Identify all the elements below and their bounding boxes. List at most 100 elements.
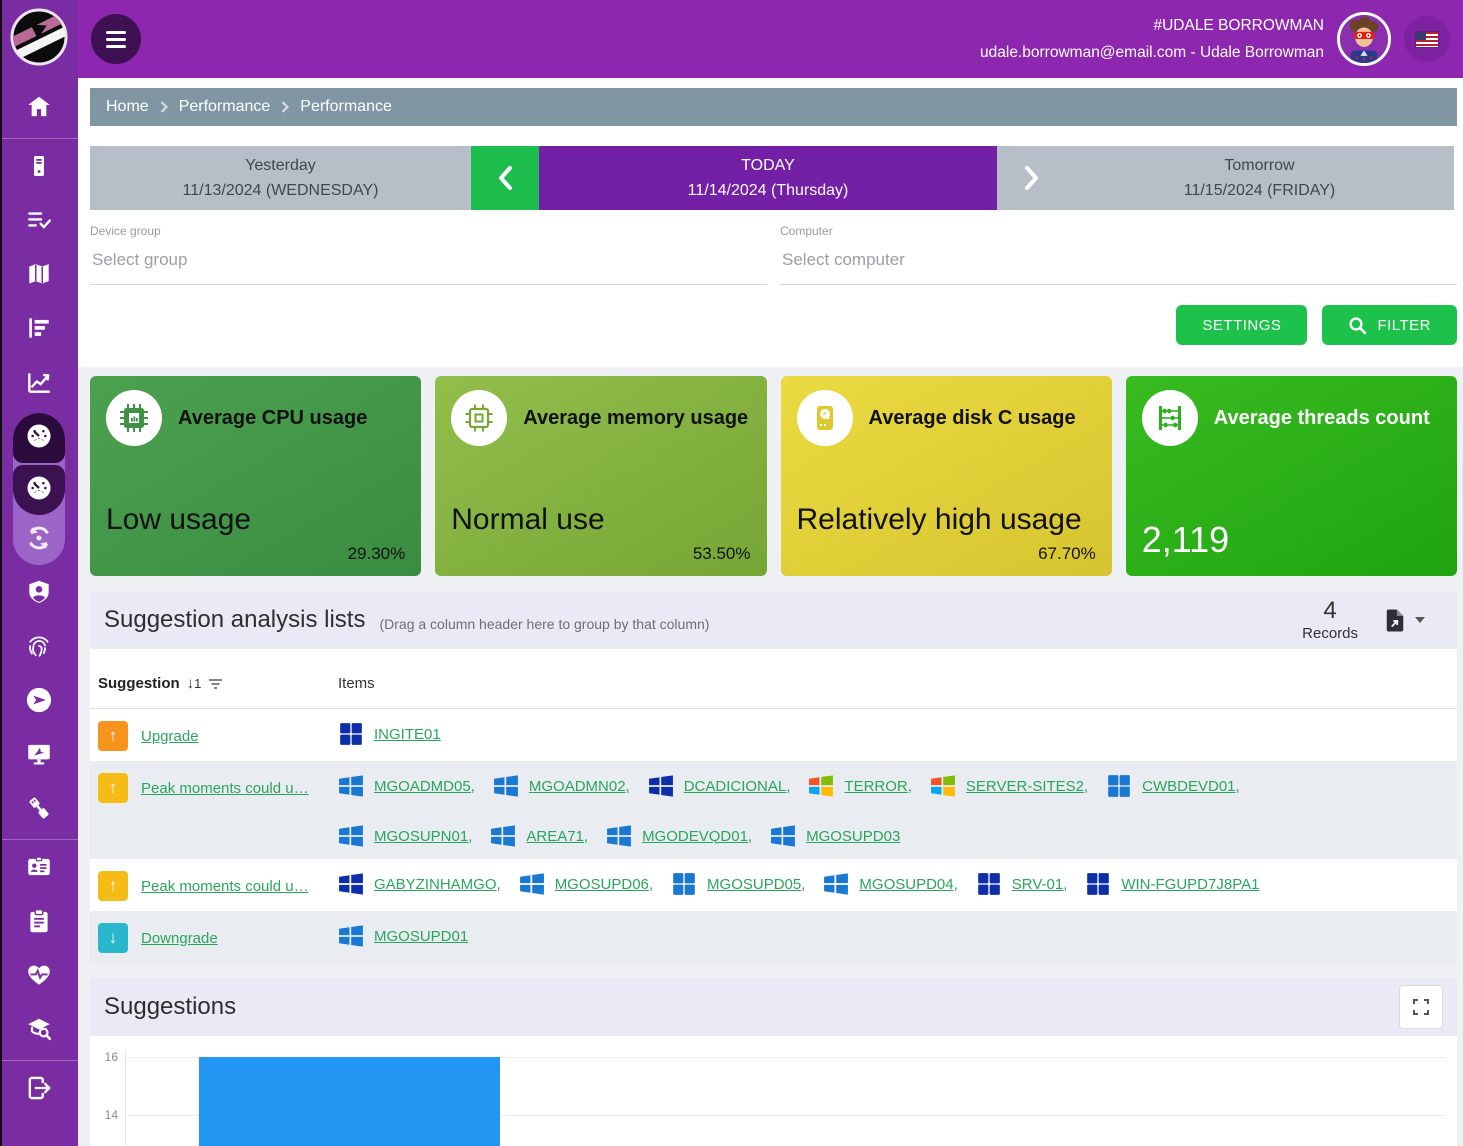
suggestion-link[interactable]: Downgrade [141, 930, 218, 947]
suggestion-link[interactable]: Peak moments could u… [141, 878, 309, 895]
computer-link[interactable]: TERROR, [844, 778, 912, 795]
windows-flag-blue-icon [770, 823, 796, 849]
filter-button[interactable]: FILTER [1322, 305, 1457, 345]
up-arrow-chip: ↑ [98, 721, 128, 751]
computer-link[interactable]: MGOSUPD01 [374, 928, 468, 945]
memory-chip-icon [451, 390, 507, 446]
computer-link[interactable]: DCADICIONAL, [684, 778, 791, 795]
fingerprint-icon [25, 632, 53, 665]
card-memory-usage: Average memory usage Normal use 53.50% [435, 376, 766, 576]
item: GABYZINHAMGO, [338, 871, 501, 897]
suggestion-link[interactable]: Upgrade [141, 728, 199, 745]
sidebar-item-id-card[interactable] [0, 842, 78, 896]
sidebar-item-user-shield[interactable] [0, 567, 78, 621]
sidebar-item-monitor-remote[interactable] [0, 729, 78, 783]
up-arrow-chip: ↑ [98, 773, 128, 803]
tomorrow-block[interactable]: Tomorrow 11/15/2024 (FRIDAY) [1065, 146, 1454, 210]
computer-link[interactable]: MGOSUPD03 [806, 828, 900, 845]
card-cpu-usage: Average CPU usage Low usage 29.30% [90, 376, 421, 576]
sidebar-item-fingerprint[interactable] [0, 621, 78, 675]
card-percent: 53.50% [693, 544, 751, 564]
card-status: Low usage [106, 501, 405, 539]
app-logo[interactable] [0, 0, 78, 78]
export-button[interactable] [1384, 608, 1425, 633]
y-axis-line [125, 1050, 126, 1146]
computer-link[interactable]: CWBDEVD01, [1142, 778, 1240, 795]
card-title: Average disk C usage [869, 405, 1076, 431]
computer-link[interactable]: MGOSUPN01, [374, 828, 472, 845]
yesterday-block[interactable]: Yesterday 11/13/2024 (WEDNESDAY) [90, 146, 471, 210]
logout-icon [25, 1074, 53, 1107]
line-chart-icon [25, 368, 53, 401]
sidebar-item-paper-plane[interactable] [0, 675, 78, 729]
abacus-icon [1142, 390, 1198, 446]
card-status: Normal use [451, 501, 750, 539]
sidebar-item-map[interactable] [0, 249, 78, 303]
computer-select[interactable] [780, 240, 1457, 285]
date-navigation: Yesterday 11/13/2024 (WEDNESDAY) TODAY 1… [90, 146, 1457, 210]
suggestion-link[interactable]: Peak moments could u… [141, 780, 309, 797]
breadcrumb-performance[interactable]: Performance [179, 98, 271, 116]
next-day-button[interactable] [997, 146, 1065, 210]
windows-flag-blue-icon [338, 773, 364, 799]
today-block[interactable]: TODAY 11/14/2024 (Thursday) [539, 146, 997, 210]
sidebar-item-logout[interactable] [0, 1063, 78, 1117]
settings-button[interactable]: SETTINGS [1176, 305, 1307, 345]
computer-link[interactable]: SRV-01, [1012, 876, 1068, 893]
sidebar-item-computer-tower[interactable] [0, 141, 78, 195]
sidebar-item-line-chart[interactable] [0, 357, 78, 411]
sort-descending-indicator[interactable]: ↓1 [187, 675, 202, 692]
card-percent: 67.70% [1038, 544, 1096, 564]
hard-disk-icon [797, 390, 853, 446]
sidebar-item-list-check[interactable] [0, 195, 78, 249]
column-items[interactable]: Items [338, 675, 375, 692]
account-info: #UDALE BORROWMAN udale.borrowman@email.c… [980, 12, 1324, 66]
filter-column-icon[interactable] [208, 678, 223, 690]
row-items: INGITE01 [338, 719, 1449, 747]
fullscreen-button[interactable] [1399, 985, 1443, 1029]
top-bar: #UDALE BORROWMAN udale.borrowman@email.c… [0, 0, 1463, 78]
sidebar-item-home[interactable] [0, 82, 78, 136]
item: MGOSUPD01 [338, 923, 468, 949]
tomorrow-date: 11/15/2024 (FRIDAY) [1184, 182, 1335, 200]
column-suggestion[interactable]: Suggestion [98, 675, 180, 692]
computer-link[interactable]: AREA71, [526, 828, 588, 845]
windows-flag-blue-icon [493, 773, 519, 799]
windows-tiles-navy-icon [1085, 871, 1111, 897]
hamburger-menu-button[interactable] [91, 14, 141, 64]
device-group-select[interactable] [90, 240, 767, 285]
computer-link[interactable]: WIN-FGUPD7J8PA1 [1121, 876, 1259, 893]
breadcrumb-home[interactable]: Home [106, 98, 149, 116]
yesterday-date: 11/13/2024 (WEDNESDAY) [183, 182, 379, 200]
language-selector[interactable] [1404, 16, 1450, 62]
main-content: Home Performance Performance Yesterday 1… [78, 78, 1463, 1146]
sidebar-item-bar-chart[interactable] [0, 303, 78, 357]
sidebar-item-clipboard[interactable] [0, 896, 78, 950]
chevron-right-icon [160, 101, 168, 113]
sidebar-item-usb-cable[interactable] [0, 783, 78, 837]
computer-link[interactable]: MGOADMD05, [374, 778, 475, 795]
bar-chart-icon [25, 314, 53, 347]
computer-link[interactable]: SERVER-SITES2, [966, 778, 1088, 795]
home-icon [25, 93, 53, 126]
computer-link[interactable]: INGITE01 [374, 726, 441, 743]
computer-link[interactable]: MGOSUPD06, [555, 876, 653, 893]
app-window: #UDALE BORROWMAN udale.borrowman@email.c… [0, 0, 1463, 1146]
y-tick-16: 16 [90, 1050, 118, 1064]
previous-day-button[interactable] [471, 146, 539, 210]
computer-link[interactable]: MGOSUPD05, [707, 876, 805, 893]
sidebar-item-gauge-2[interactable] [13, 465, 65, 515]
breadcrumb-performance-2[interactable]: Performance [300, 98, 392, 116]
export-file-icon [1384, 608, 1406, 633]
computer-link[interactable]: MGOSUPD04, [859, 876, 957, 893]
computer-link[interactable]: GABYZINHAMGO, [374, 876, 501, 893]
computer-link[interactable]: MGOADMN02, [529, 778, 630, 795]
sidebar-item-gauge[interactable] [13, 413, 65, 463]
card-title: Average threads count [1214, 405, 1430, 431]
sidebar-item-sync-gauge[interactable] [13, 515, 65, 565]
sidebar-item-heart-pulse[interactable] [0, 950, 78, 1004]
sidebar-item-search-learn[interactable] [0, 1004, 78, 1058]
avatar[interactable] [1337, 12, 1391, 66]
computer-link[interactable]: MGODEVQD01, [642, 828, 752, 845]
yesterday-label: Yesterday [245, 157, 316, 175]
